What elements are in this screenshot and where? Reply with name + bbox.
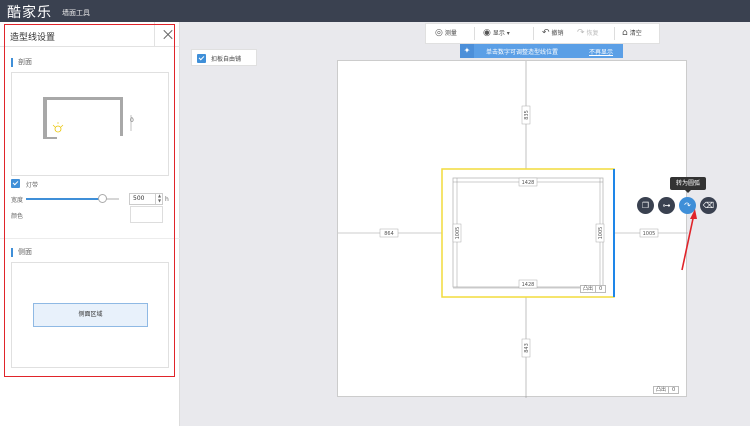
light-strip-label: 灯带	[26, 182, 39, 189]
outer-offset-value: 0	[668, 387, 678, 393]
undo-icon: ↶	[542, 28, 550, 38]
redo-button[interactable]: ↷ 恢复	[577, 24, 599, 43]
width-slider-fill	[26, 198, 103, 200]
profile-right-shape	[120, 97, 123, 136]
broom-icon: ⌂	[622, 28, 628, 38]
section-side-label: 侧面	[11, 248, 32, 257]
molding-inner-frame	[452, 177, 604, 288]
profile-preview-drawing	[43, 97, 132, 139]
arc-icon[interactable]: ↷	[679, 197, 696, 214]
app-logo: 酷家乐	[7, 5, 52, 21]
profile-top-shape	[43, 97, 123, 100]
width-label: 宽度	[11, 197, 24, 204]
show-label: 显示	[492, 30, 505, 37]
profile-base-shape	[47, 137, 57, 139]
dim-label-right[interactable]: 1005	[643, 231, 656, 237]
light-strip-checkbox[interactable]	[11, 179, 20, 188]
show-dropdown[interactable]: ◉ 显示 ▾	[483, 24, 512, 43]
panel-title: 造型线设置	[10, 33, 56, 43]
molding-settings-panel: 造型线设置 剖面 0 灯带 宽度 500 ▲ ▼ h 颜色 侧面 侧面区域	[0, 22, 180, 426]
wall-drawing: 835 843 864 1005 1428 1428 1005 1005	[338, 61, 688, 398]
section-divider	[0, 238, 180, 239]
eye-icon: ◉	[483, 28, 491, 38]
outer-offset-badge[interactable]: 凸出 0	[653, 386, 680, 394]
inner-offset-label: 凸出	[583, 286, 594, 292]
trash-icon[interactable]: ⌫	[700, 197, 717, 214]
profile-preview-dim: 0	[130, 117, 134, 124]
toolbar-divider	[614, 27, 615, 40]
copy-icon[interactable]: ❐	[637, 197, 654, 214]
dim-label-inner-bottom[interactable]: 1428	[522, 282, 535, 288]
width-stepper[interactable]: ▲ ▼	[155, 193, 163, 205]
dim-label-left[interactable]: 864	[384, 231, 394, 237]
app-subtitle: 墙面工具	[62, 9, 90, 17]
color-picker[interactable]	[130, 206, 163, 223]
side-area-button[interactable]: 侧面区域	[33, 303, 148, 327]
redo-label: 恢复	[586, 30, 599, 37]
hint-bar: ✦ 单击数字可调整造型线位置 不再显示	[460, 44, 623, 58]
top-bar: 酷家乐 墙面工具	[0, 0, 750, 22]
width-unit: h	[165, 196, 169, 203]
inner-offset-value: 0	[595, 286, 605, 292]
undo-label: 撤销	[551, 30, 564, 37]
convert-arc-tooltip: 转为圆弧	[670, 177, 706, 193]
hint-dismiss-link[interactable]: 不再显示	[589, 47, 613, 56]
width-slider-handle[interactable]	[97, 194, 107, 203]
molding-outer-frame[interactable]	[441, 168, 615, 298]
dim-label-inner-right[interactable]: 1005	[598, 227, 604, 240]
bulb-icon	[52, 122, 64, 133]
free-lay-checkbox[interactable]	[197, 54, 206, 63]
undo-button[interactable]: ↶ 撤销	[542, 24, 564, 43]
inner-offset-badge[interactable]: 凸出 0	[580, 285, 607, 293]
profile-preview: 0	[11, 72, 169, 176]
split-icon[interactable]: ⊶	[658, 197, 675, 214]
panel-header: 造型线设置	[0, 22, 180, 47]
measure-button[interactable]: ◎ 测量	[435, 24, 457, 43]
close-icon[interactable]	[154, 22, 180, 47]
dim-label-inner-top[interactable]: 1428	[522, 180, 535, 186]
wall-canvas[interactable]: 835 843 864 1005 1428 1428 1005 1005 凸出 0…	[337, 60, 688, 398]
profile-left-shape	[43, 97, 47, 139]
section-profile-label: 剖面	[11, 58, 32, 67]
side-preview: 侧面区域	[11, 262, 169, 368]
lightbulb-icon: ✦	[460, 44, 474, 58]
dim-label-inner-left[interactable]: 1005	[455, 227, 461, 240]
clear-button[interactable]: ⌂ 清空	[622, 24, 642, 43]
redo-icon: ↷	[577, 28, 585, 38]
clear-label: 清空	[629, 30, 642, 37]
free-lay-label: 扣板自由铺	[211, 56, 242, 63]
free-lay-card: 扣板自由铺	[191, 49, 257, 66]
chevron-down-icon: ▾	[506, 30, 510, 37]
dim-label-bottom[interactable]: 843	[524, 343, 530, 353]
measure-label: 测量	[444, 30, 457, 37]
toolbar-divider	[474, 27, 475, 40]
hint-text: 单击数字可调整造型线位置	[486, 49, 559, 56]
canvas-toolbar: ◎ 测量 ◉ 显示 ▾ ↶ 撤销 ↷ 恢复 ⌂ 清空	[425, 23, 660, 44]
tape-measure-icon: ◎	[435, 28, 443, 38]
toolbar-divider	[533, 27, 534, 40]
outer-offset-label: 凸出	[656, 387, 667, 393]
dim-label-top[interactable]: 835	[524, 110, 530, 120]
color-label: 颜色	[11, 213, 24, 220]
